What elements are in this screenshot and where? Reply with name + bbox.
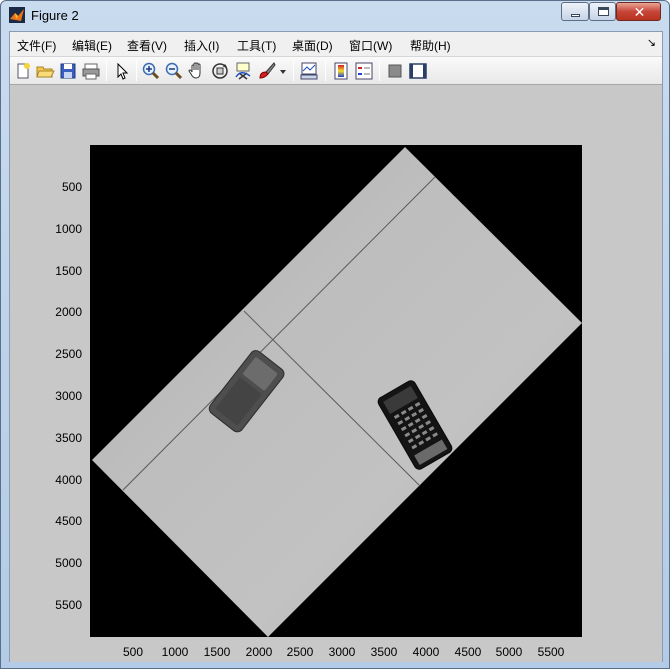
x-tick-label: 2500 [287, 645, 314, 659]
y-tick-label: 2500 [55, 347, 82, 361]
menu-edit[interactable]: 编辑(E) [72, 37, 112, 54]
brush-icon[interactable] [257, 61, 277, 81]
window-title: Figure 2 [31, 8, 79, 23]
y-tick-label: 3000 [55, 389, 82, 403]
minimize-icon [571, 14, 580, 17]
show-plot-tools-icon[interactable] [408, 61, 428, 81]
figure-window: Figure 2 ✕ 文件(F) 编辑(E) 查看(V) 插入(I) 工具(T)… [0, 0, 670, 669]
maximize-button[interactable] [589, 2, 616, 21]
save-icon[interactable] [58, 61, 78, 81]
pan-hand-icon[interactable] [187, 61, 207, 81]
y-tick-label: 3500 [55, 431, 82, 445]
close-icon: ✕ [633, 4, 646, 20]
menu-view[interactable]: 查看(V) [127, 37, 167, 54]
y-tick-label: 4000 [55, 473, 82, 487]
toolbar-separator [293, 61, 294, 81]
y-tick-label: 5000 [55, 556, 82, 570]
close-button[interactable]: ✕ [616, 2, 661, 21]
y-tick-label: 2000 [55, 305, 82, 319]
arrow-pointer-icon[interactable] [112, 61, 132, 81]
toolbar-separator [379, 61, 380, 81]
toolbar-separator [325, 61, 326, 81]
new-figure-icon[interactable] [13, 61, 33, 81]
legend-icon[interactable] [354, 61, 374, 81]
x-tick-label: 1000 [162, 645, 189, 659]
link-plot-icon[interactable] [299, 61, 319, 81]
brush-dropdown-icon[interactable] [278, 61, 288, 81]
menu-tools[interactable]: 工具(T) [237, 37, 276, 54]
menu-file[interactable]: 文件(F) [17, 37, 56, 54]
matlab-icon [9, 7, 25, 23]
figure-canvas[interactable]: 500 1000 1500 2000 2500 3000 3500 4000 4… [10, 86, 662, 662]
y-tick-label: 1000 [55, 222, 82, 236]
colorbar-icon[interactable] [331, 61, 351, 81]
x-tick-label: 2000 [246, 645, 273, 659]
menu-help[interactable]: 帮助(H) [410, 37, 451, 54]
figure-toolbar [10, 57, 662, 85]
zoom-out-icon[interactable] [164, 61, 184, 81]
menu-bar: 文件(F) 编辑(E) 查看(V) 插入(I) 工具(T) 桌面(D) 窗口(W… [10, 32, 662, 57]
rotate-3d-icon[interactable] [210, 61, 230, 81]
x-tick-label: 4000 [413, 645, 440, 659]
x-tick-label: 4500 [455, 645, 482, 659]
y-tick-label: 5500 [55, 598, 82, 612]
menu-desktop[interactable]: 桌面(D) [292, 37, 333, 54]
y-tick-label: 500 [62, 180, 82, 194]
x-tick-label: 1500 [204, 645, 231, 659]
client-area: 文件(F) 编辑(E) 查看(V) 插入(I) 工具(T) 桌面(D) 窗口(W… [9, 31, 663, 662]
menu-window[interactable]: 窗口(W) [349, 37, 392, 54]
title-bar[interactable]: Figure 2 ✕ [1, 1, 669, 29]
toolbar-separator [106, 61, 107, 81]
hide-plot-tools-icon[interactable] [385, 61, 405, 81]
open-file-icon[interactable] [35, 61, 55, 81]
print-icon[interactable] [81, 61, 101, 81]
zoom-in-icon[interactable] [141, 61, 161, 81]
menu-insert[interactable]: 插入(I) [184, 37, 219, 54]
x-tick-label: 500 [123, 645, 143, 659]
y-tick-label: 4500 [55, 514, 82, 528]
axes-svg: 500 1000 1500 2000 2500 3000 3500 4000 4… [55, 145, 582, 659]
x-tick-label: 5000 [496, 645, 523, 659]
x-tick-label: 3500 [371, 645, 398, 659]
data-cursor-icon[interactable] [233, 61, 253, 81]
y-tick-label: 1500 [55, 264, 82, 278]
minimize-button[interactable] [561, 2, 589, 21]
maximize-icon [598, 7, 609, 16]
toolbar-separator [136, 61, 137, 81]
x-tick-label: 5500 [538, 645, 565, 659]
dock-arrow-icon[interactable]: ↘ [647, 36, 656, 49]
x-tick-label: 3000 [329, 645, 356, 659]
